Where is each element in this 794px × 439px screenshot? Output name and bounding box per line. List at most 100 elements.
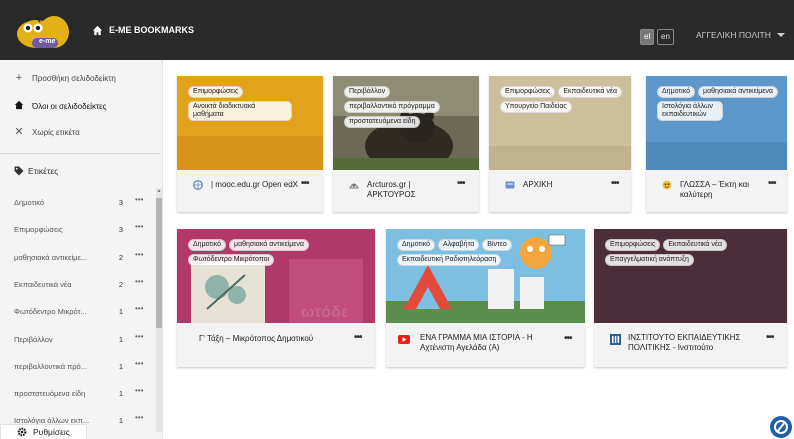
card-thumbnail[interactable]: Επιμορφώσεις Εκπαιδευτικά νέα Επαγγελματ… bbox=[594, 229, 787, 323]
tags-title: Ετικέτες bbox=[28, 166, 59, 176]
more-icon[interactable]: ••• bbox=[135, 195, 143, 204]
card-more-icon[interactable]: ••• bbox=[354, 332, 362, 343]
all-bookmarks-link[interactable]: Όλοι οι σελιδοδείκτες bbox=[14, 98, 107, 114]
lang-el-button[interactable]: el bbox=[640, 29, 655, 45]
more-icon[interactable]: ••• bbox=[135, 359, 143, 368]
card-more-icon[interactable]: ••• bbox=[564, 333, 572, 344]
eme-logo-icon bbox=[17, 16, 69, 48]
card-tags: Δημοτικό μαθησιακά αντικείμενα Ιστολόγια… bbox=[657, 86, 781, 121]
youtube-icon bbox=[398, 335, 410, 344]
tag-row[interactable]: προστατευόμενα είδη 1 ••• bbox=[14, 386, 152, 401]
bookmark-card[interactable]: Επιμορφώσεις Ανοικτά διαδικτυακά μαθήματ… bbox=[177, 76, 323, 212]
card-title[interactable]: ΕΝΑ ΓΡΑΜΜΑ ΜΙΑ ΙΣΤΟΡΙΑ - Η Αχτένιστη Αγε… bbox=[420, 333, 554, 353]
help-fab[interactable] bbox=[770, 416, 792, 438]
eme-logo[interactable]: e-me bbox=[12, 8, 74, 52]
scrollbar-thumb[interactable] bbox=[156, 198, 162, 328]
tag-chip[interactable]: Επιμορφώσεις bbox=[500, 86, 556, 98]
card-thumbnail[interactable]: Περιβάλλον περιβαλλοντικό πρόγραμμα προσ… bbox=[333, 76, 479, 170]
card-tags: Δημοτικό Αλφαβήτα Βίντεο Εκπαιδευτική Ρα… bbox=[397, 239, 579, 266]
tag-row[interactable]: Δημοτικό 3 ••• bbox=[14, 195, 152, 210]
tag-chip[interactable]: περιβαλλοντικό πρόγραμμα bbox=[344, 101, 440, 113]
tag-name: Περιβάλλον bbox=[14, 335, 53, 344]
tag-chip[interactable]: Υπουργείο Παιδείας bbox=[500, 101, 572, 113]
logo-text: e-me bbox=[39, 38, 56, 45]
tag-chip[interactable]: Εκπαιδευτικά νέα bbox=[558, 86, 623, 98]
card-thumbnail[interactable]: Δημοτικό Αλφαβήτα Βίντεο Εκπαιδευτική Ρα… bbox=[386, 229, 585, 323]
brand-link[interactable]: E-ME BOOKMARKS bbox=[92, 22, 194, 38]
card-title[interactable]: Γ' Τάξη – Μικρότοπος Δημοτικού bbox=[199, 334, 349, 344]
tag-name: Φωτόδεντρο Μικρότ... bbox=[14, 307, 87, 316]
bookmark-card[interactable]: Δημοτικό Αλφαβήτα Βίντεο Εκπαιδευτική Ρα… bbox=[386, 229, 585, 367]
bookmark-card[interactable]: Επιμορφώσεις Εκπαιδευτικά νέα Υπουργείο … bbox=[489, 76, 631, 212]
card-more-icon[interactable]: ••• bbox=[301, 178, 309, 189]
card-thumbnail[interactable]: ωτόδε Δημοτικό μαθησιακά αντικείμενα Φωτ… bbox=[177, 229, 375, 323]
tag-chip[interactable]: Επαγγελματική ανάπτυξη bbox=[605, 254, 694, 266]
tag-count: 2 bbox=[118, 280, 124, 289]
tag-chip[interactable]: Εκπαιδευτικά νέα bbox=[663, 239, 728, 251]
card-more-icon[interactable]: ••• bbox=[457, 178, 465, 189]
arcturos-icon bbox=[349, 183, 359, 189]
tag-chip[interactable]: Δημοτικό bbox=[397, 239, 436, 251]
tag-row[interactable]: Περιβάλλον 1 ••• bbox=[14, 332, 152, 347]
bookmark-card[interactable]: Δημοτικό μαθησιακά αντικείμενα Ιστολόγια… bbox=[646, 76, 787, 212]
bookmark-card[interactable]: Περιβάλλον περιβαλλοντικό πρόγραμμα προσ… bbox=[333, 76, 479, 212]
more-icon[interactable]: ••• bbox=[135, 250, 143, 259]
globe-icon bbox=[193, 180, 203, 190]
tag-row[interactable]: Εκπαιδευτικά νέα 2 ••• bbox=[14, 277, 152, 292]
tag-chip[interactable]: Δημοτικό bbox=[657, 86, 696, 98]
more-icon[interactable]: ••• bbox=[135, 222, 143, 231]
tag-count: 1 bbox=[118, 335, 124, 344]
card-title[interactable]: ΑΡΧΙΚΗ bbox=[523, 180, 615, 190]
tag-chip[interactable]: Επιμορφώσεις bbox=[188, 86, 244, 98]
untagged-link[interactable]: ✕ Χωρίς ετικέτα bbox=[14, 124, 79, 140]
tag-row[interactable]: μαθησιακά αντικείμε... 2 ••• bbox=[14, 250, 152, 265]
card-title[interactable]: | mooc.edu.gr Open edX bbox=[211, 180, 303, 190]
tag-chip[interactable]: Φωτόδεντρο Μικρότοποι bbox=[188, 254, 275, 266]
tag-chip[interactable]: Δημοτικό bbox=[188, 239, 227, 251]
tag-name: μαθησιακά αντικείμε... bbox=[14, 253, 88, 262]
card-title[interactable]: ΙΝΣΤΙΤΟΥΤΟ ΕΚΠΑΙΔΕΥΤΙΚΗΣ ΠΟΛΙΤΙΚΗΣ - Ινσ… bbox=[628, 333, 758, 353]
svg-text:ωτόδε: ωτόδε bbox=[301, 304, 349, 321]
bookmark-card[interactable]: ωτόδε Δημοτικό μαθησιακά αντικείμενα Φωτ… bbox=[177, 229, 375, 367]
more-icon[interactable]: ••• bbox=[135, 304, 143, 313]
card-more-icon[interactable]: ••• bbox=[768, 178, 776, 189]
add-bookmark-label: Προσθήκη σελιδοδείκτη bbox=[32, 73, 116, 83]
tag-chip[interactable]: Αλφαβήτα bbox=[438, 239, 480, 251]
tag-chip[interactable]: Βίντεο bbox=[482, 239, 512, 251]
tag-chip[interactable]: μαθησιακά αντικείμενα bbox=[229, 239, 309, 251]
tag-icon bbox=[14, 166, 24, 176]
user-menu[interactable]: ΑΓΓΕΛΙΚΗ ΠΟΛΙΤΗ bbox=[696, 30, 785, 40]
add-bookmark-button[interactable]: + Προσθήκη σελιδοδείκτη bbox=[14, 70, 116, 86]
bookmark-card[interactable]: Επιμορφώσεις Εκπαιδευτικά νέα Επαγγελματ… bbox=[594, 229, 787, 367]
more-icon[interactable]: ••• bbox=[135, 332, 143, 341]
tag-chip[interactable]: Επιμορφώσεις bbox=[605, 239, 661, 251]
sidebar: + Προσθήκη σελιδοδείκτη Όλοι οι σελιδοδε… bbox=[0, 60, 163, 439]
tag-chip[interactable]: προστατευόμενα είδη bbox=[344, 116, 421, 128]
tag-count: 1 bbox=[118, 389, 124, 398]
tag-chip[interactable]: Ιστολόγια άλλων εκπαιδευτικών bbox=[657, 101, 723, 121]
tag-row[interactable]: Επιμορφώσεις 3 ••• bbox=[14, 222, 152, 237]
tag-chip[interactable]: Περιβάλλον bbox=[344, 86, 391, 98]
settings-label: Ρυθμίσεις bbox=[33, 427, 70, 437]
settings-button[interactable]: Ρυθμίσεις bbox=[0, 424, 87, 439]
tag-chip[interactable]: Εκπαιδευτική Ραδιοτηλεόραση bbox=[397, 254, 502, 266]
card-meta: Arcturos.gr | ΑΡΚΤΟΥΡΟΣ ••• bbox=[333, 170, 479, 212]
card-more-icon[interactable]: ••• bbox=[611, 178, 619, 189]
card-more-icon[interactable]: ••• bbox=[766, 332, 774, 343]
lang-en-button[interactable]: en bbox=[657, 29, 674, 45]
scroll-up-icon[interactable]: ▲ bbox=[156, 188, 162, 194]
close-icon: ✕ bbox=[14, 126, 24, 138]
tag-row[interactable]: Φωτόδεντρο Μικρότ... 1 ••• bbox=[14, 304, 152, 319]
tag-row[interactable]: περιβαλλοντικά πρό... 1 ••• bbox=[14, 359, 152, 374]
more-icon[interactable]: ••• bbox=[135, 277, 143, 286]
card-thumbnail[interactable]: Επιμορφώσεις Εκπαιδευτικά νέα Υπουργείο … bbox=[489, 76, 631, 170]
tag-chip[interactable]: μαθησιακά αντικείμενα bbox=[698, 86, 778, 98]
more-icon[interactable]: ••• bbox=[135, 386, 143, 395]
card-thumbnail[interactable]: Επιμορφώσεις Ανοικτά διαδικτυακά μαθήματ… bbox=[177, 76, 323, 170]
card-title[interactable]: ΓΛΩΣΣΑ – Έκτη και καλύτερη bbox=[680, 180, 772, 200]
card-thumbnail[interactable]: Δημοτικό μαθησιακά αντικείμενα Ιστολόγια… bbox=[646, 76, 787, 170]
more-icon[interactable]: ••• bbox=[135, 413, 143, 422]
card-title[interactable]: Arcturos.gr | ΑΡΚΤΟΥΡΟΣ bbox=[367, 180, 459, 200]
tag-chip[interactable]: Ανοικτά διαδικτυακά μαθήματα bbox=[188, 101, 292, 121]
sidebar-scrollbar[interactable]: ▲ bbox=[156, 188, 162, 432]
